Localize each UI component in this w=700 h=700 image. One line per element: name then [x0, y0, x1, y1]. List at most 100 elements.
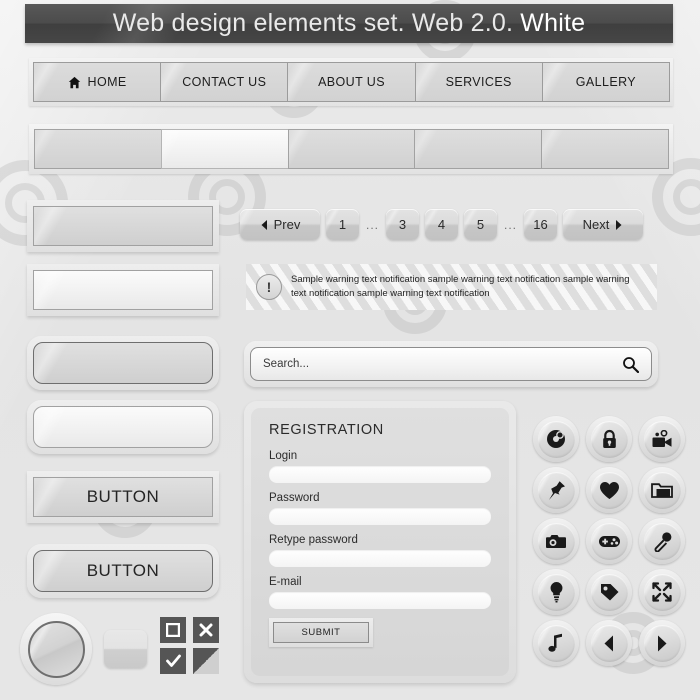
lock-icon: [602, 429, 616, 448]
title-main: Web design elements set. Web 2.0.: [112, 9, 514, 37]
icon-button-camera[interactable]: [533, 518, 579, 564]
tab-strip: [29, 124, 673, 174]
exclamation-icon: !: [256, 274, 282, 300]
tag-icon: [600, 584, 618, 601]
main-navigation: HOME CONTACT US ABOUT US SERVICES GALLER…: [29, 58, 673, 106]
input-box-square-dark[interactable]: [27, 200, 219, 252]
nav-label: HOME: [87, 75, 127, 89]
pagination-page-4[interactable]: 4: [425, 209, 459, 240]
checkbox-half-filled[interactable]: [193, 648, 219, 674]
registration-title: REGISTRATION: [269, 422, 384, 438]
tab-cell-2-active[interactable]: [160, 129, 289, 169]
search-input[interactable]: [263, 358, 622, 370]
retype-password-input[interactable]: [269, 550, 491, 567]
pagination-page-3[interactable]: 3: [386, 209, 420, 240]
icon-button-tag[interactable]: [586, 569, 632, 615]
pagination-ellipsis-left: ...: [366, 217, 380, 232]
arrow-left-icon: [604, 635, 613, 651]
icon-button-video-camera[interactable]: [639, 416, 685, 462]
page-root: Web design elements set. Web 2.0. White …: [0, 0, 700, 700]
knob-core: [27, 620, 85, 678]
checkbox-close[interactable]: [193, 617, 219, 643]
checkbox-stop[interactable]: [160, 617, 186, 643]
search-icon[interactable]: [622, 356, 639, 373]
nav-item-contact-us[interactable]: CONTACT US: [160, 62, 289, 102]
pagination-next-label: Next: [582, 217, 610, 232]
page-title: Web design elements set. Web 2.0. White: [25, 4, 673, 43]
pagination-prev-label: Prev: [273, 217, 301, 232]
pushpin-icon: [549, 480, 565, 500]
icon-button-disc[interactable]: [533, 416, 579, 462]
chevron-left-icon: [261, 219, 267, 230]
chevron-right-icon: [616, 219, 622, 230]
video-camera-icon: [652, 429, 672, 447]
lightbulb-icon: [550, 582, 562, 603]
disc-icon: [547, 430, 565, 448]
microphone-icon: [654, 531, 671, 552]
pagination-ellipsis-right: ...: [504, 217, 518, 232]
tab-cell-5[interactable]: [541, 129, 669, 169]
submit-button[interactable]: SUBMIT: [273, 622, 369, 643]
heart-icon: [599, 481, 619, 499]
icon-button-folder[interactable]: [639, 467, 685, 513]
tab-cell-3[interactable]: [287, 129, 416, 169]
tab-cell-4[interactable]: [414, 129, 543, 169]
page-number: 5: [476, 217, 485, 232]
input-box-rounded-dark[interactable]: [27, 336, 219, 390]
page-number: 1: [338, 217, 347, 232]
page-number: 3: [398, 217, 407, 232]
gamepad-icon: [598, 536, 620, 547]
folder-icon: [651, 483, 673, 498]
input-box-square-light[interactable]: [27, 264, 219, 316]
nav-item-gallery[interactable]: GALLERY: [541, 62, 671, 102]
icon-button-fullscreen[interactable]: [639, 569, 685, 615]
title-highlight: White: [520, 9, 586, 37]
music-note-icon: [548, 633, 562, 652]
icon-button-lock[interactable]: [586, 416, 632, 462]
button-rounded[interactable]: BUTTON: [27, 544, 219, 598]
camera-icon: [546, 534, 566, 548]
input-box-rounded-light[interactable]: [27, 400, 219, 454]
nav-item-home[interactable]: HOME: [33, 62, 162, 102]
password-input[interactable]: [269, 508, 491, 525]
search-field[interactable]: [250, 347, 652, 381]
nav-label: GALLERY: [575, 75, 637, 89]
nav-label: ABOUT US: [318, 75, 385, 89]
pagination-page-16[interactable]: 16: [524, 209, 558, 240]
icon-button-heart[interactable]: [586, 467, 632, 513]
fullscreen-icon: [652, 582, 672, 602]
icon-button-lightbulb[interactable]: [533, 569, 579, 615]
title-bar: Web design elements set. Web 2.0. White: [25, 4, 673, 43]
login-input[interactable]: [269, 466, 491, 483]
pagination-page-5[interactable]: 5: [464, 209, 498, 240]
icon-button-arrow-right[interactable]: [639, 620, 685, 666]
nav-item-about-us[interactable]: ABOUT US: [287, 62, 416, 102]
registration-inner: REGISTRATION Login Password Retype passw…: [251, 408, 509, 676]
icon-button-music-note[interactable]: [533, 620, 579, 666]
retype-password-label: Retype password: [269, 534, 358, 546]
password-label: Password: [269, 492, 320, 504]
page-number: 4: [437, 217, 446, 232]
icon-button-gamepad[interactable]: [586, 518, 632, 564]
check-icon: [165, 654, 181, 667]
pagination-next-button[interactable]: Next: [563, 209, 644, 240]
button-label: BUTTON: [86, 487, 160, 506]
icon-button-arrow-left[interactable]: [586, 620, 632, 666]
icon-grid: [530, 414, 688, 668]
round-knob[interactable]: [20, 613, 92, 685]
icon-button-pushpin[interactable]: [533, 467, 579, 513]
email-input[interactable]: [269, 592, 491, 609]
icon-button-microphone[interactable]: [639, 518, 685, 564]
nav-item-services[interactable]: SERVICES: [414, 62, 543, 102]
pagination-prev-button[interactable]: Prev: [240, 209, 320, 240]
tab-cell-1[interactable]: [34, 129, 162, 169]
button-label: BUTTON: [86, 561, 160, 580]
arrow-right-icon: [658, 635, 667, 651]
button-square[interactable]: BUTTON: [27, 471, 219, 523]
pagination-page-1[interactable]: 1: [326, 209, 359, 240]
small-tab-shape[interactable]: [104, 630, 147, 668]
login-label: Login: [269, 450, 298, 462]
checkbox-checked[interactable]: [160, 648, 186, 674]
stop-icon: [166, 623, 180, 637]
page-number: 16: [533, 217, 548, 232]
